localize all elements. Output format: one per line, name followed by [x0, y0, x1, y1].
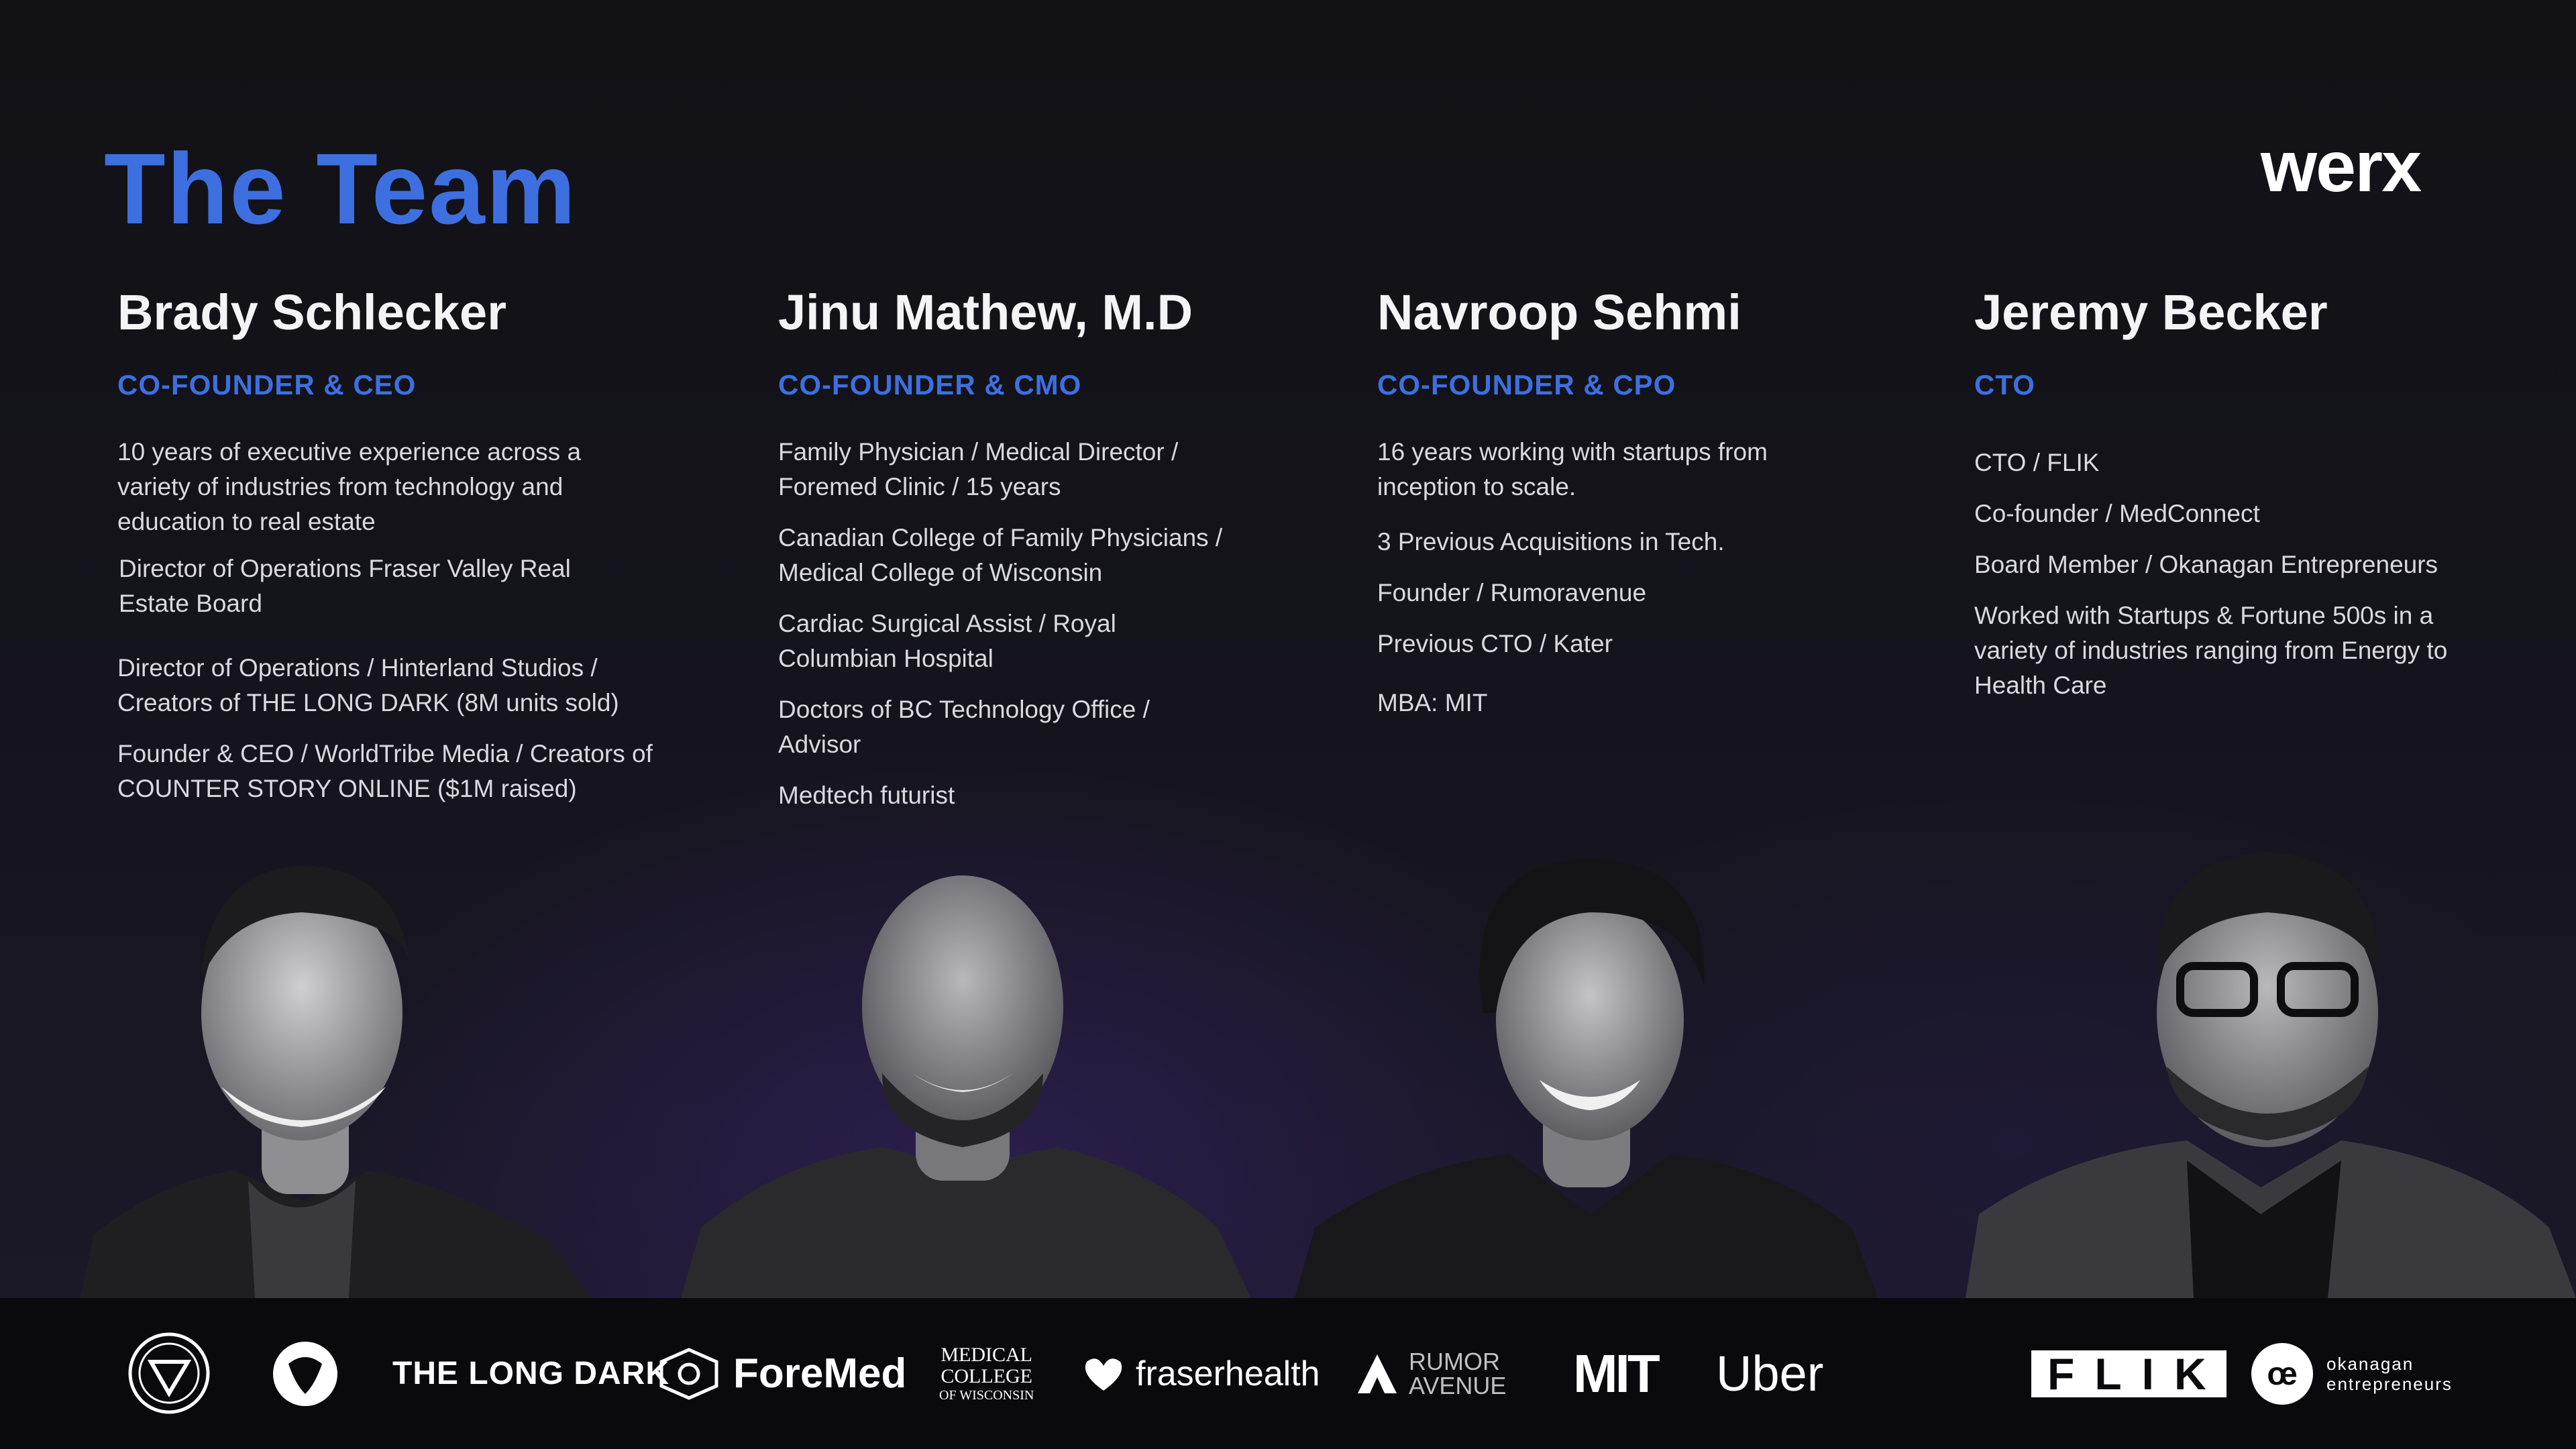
svg-text:œ: œ — [2267, 1356, 2297, 1392]
member-name: Jeremy Becker — [1974, 284, 2328, 340]
foremed-logo: ForeMed — [657, 1298, 906, 1449]
werx-logo: werx — [2261, 125, 2422, 207]
member-bio-item: MBA: MIT — [1377, 689, 1488, 716]
member-role: CO-FOUNDER & CMO — [778, 369, 1082, 400]
member-role: CTO — [1974, 369, 2035, 400]
member-bio-item: Co-founder / MedConnect — [1974, 500, 2260, 527]
member-bio-item: Director of Operations Fraser Valley Rea… — [119, 555, 571, 617]
flik-logo: FLIK — [2031, 1298, 2226, 1449]
member-role: CO-FOUNDER & CEO — [117, 369, 417, 400]
member-name: Brady Schlecker — [117, 284, 507, 340]
member-bio-item: 16 years working with startups from ince… — [1377, 438, 1768, 500]
uber-logo: Uber — [1716, 1346, 1824, 1401]
fraserhealth-logo: fraserhealth — [1077, 1298, 1320, 1449]
member-bio-item: Medtech futurist — [778, 782, 955, 809]
hinterland-studios-logo — [268, 1298, 342, 1449]
member-bio-item: Canadian College of Family Physicians / … — [778, 524, 1223, 586]
member-bio-item: Previous CTO / Kater — [1377, 630, 1613, 657]
member-bio-item: Cardiac Surgical Assist / Royal Columbia… — [778, 610, 1116, 672]
member-bio-item: 3 Previous Acquisitions in Tech. — [1377, 528, 1725, 555]
team-member-brady: Brady Schlecker CO-FOUNDER & CEO 10 year… — [117, 282, 694, 822]
member-bio-item: Worked with Startups & Fortune 500s in a… — [1974, 602, 2448, 699]
member-bio-item: Doctors of BC Technology Office / Adviso… — [778, 696, 1150, 758]
member-bio-item: Founder / Rumoravenue — [1377, 579, 1647, 606]
portrait-photo-jinu — [681, 875, 1251, 1298]
member-bio-item: Director of Operations / Hinterland Stud… — [117, 654, 619, 716]
team-member-jeremy: Jeremy Becker CTO CTO / FLIK Co-founder … — [1974, 282, 2551, 719]
portrait-photo-brady — [80, 865, 590, 1298]
okanagan-entrepreneurs-logo: œ okanagan entrepreneurs — [2249, 1298, 2453, 1449]
portrait-photo-jeremy — [1966, 852, 2576, 1298]
rumor-avenue-logo: RUMOR AVENUE — [1355, 1298, 1506, 1449]
fraser-valley-real-estate-logo — [127, 1298, 211, 1449]
member-bio-item: CTO / FLIK — [1974, 449, 2100, 476]
member-bio-item: Board Member / Okanagan Entrepreneurs — [1974, 551, 2438, 578]
member-name: Navroop Sehmi — [1377, 284, 1741, 340]
portrait-photo-navroop — [1295, 859, 1878, 1298]
partner-logo-strip: THE LONG DARK ForeMed MEDICAL COLLEGE OF… — [0, 1298, 2576, 1449]
member-name: Jinu Mathew, M.D — [778, 284, 1193, 340]
member-bio-item: 10 years of executive experience across … — [117, 438, 582, 535]
member-bio-item: Family Physician / Medical Director / Fo… — [778, 438, 1179, 500]
member-role: CO-FOUNDER & CPO — [1377, 369, 1676, 400]
slide-title: The Team — [104, 132, 578, 245]
team-member-jinu: Jinu Mathew, M.D CO-FOUNDER & CMO Family… — [778, 282, 1355, 829]
the-long-dark-logo: THE LONG DARK — [392, 1356, 669, 1391]
member-bio-item: Founder & CEO / WorldTribe Media / Creat… — [117, 740, 653, 802]
medical-college-wisconsin-logo: MEDICAL COLLEGE OF WISCONSIN — [939, 1343, 1034, 1403]
mit-logo: MIT — [1573, 1343, 1660, 1403]
team-member-navroop: Navroop Sehmi CO-FOUNDER & CPO 16 years … — [1377, 282, 1954, 737]
